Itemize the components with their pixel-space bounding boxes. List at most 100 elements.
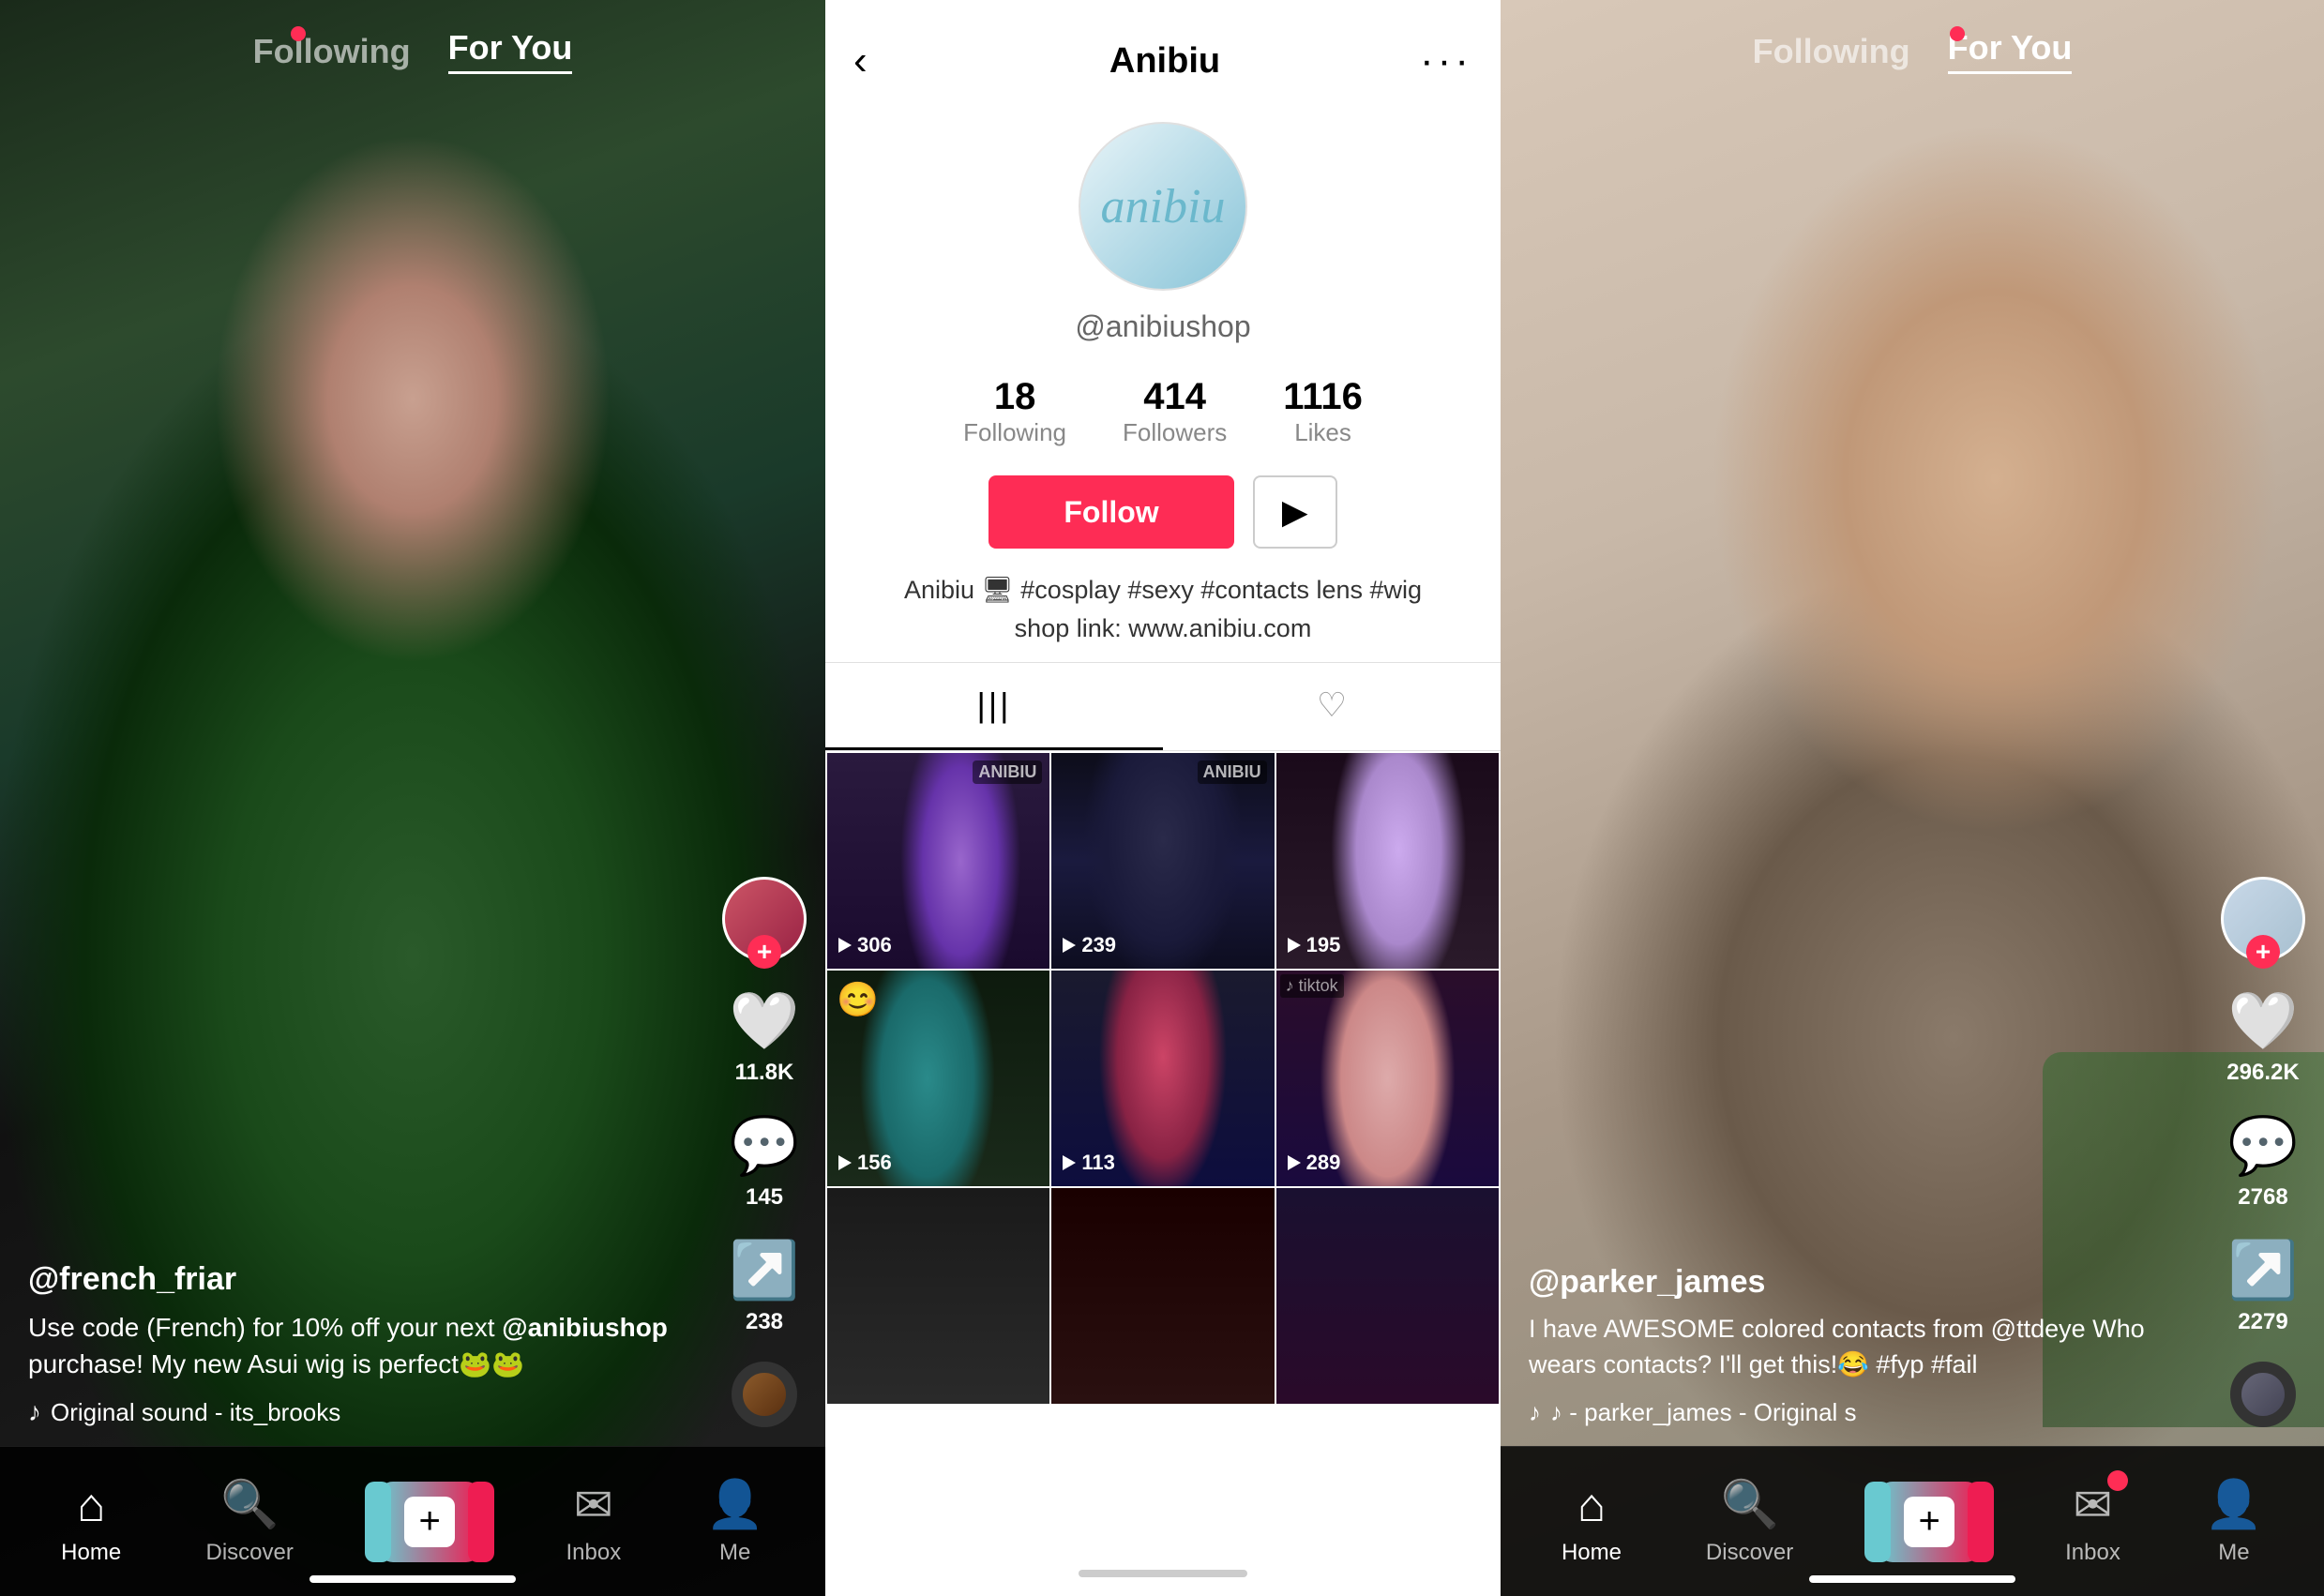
caption-text-1: Use code (French) for 10% off your next	[28, 1313, 495, 1342]
play-overlay-3: 195	[1288, 933, 1341, 957]
nav-home-right[interactable]: ⌂ Home	[1562, 1478, 1622, 1566]
add-button-left[interactable]: +	[378, 1482, 481, 1562]
right-like-action[interactable]: 🤍 296.2K	[2226, 987, 2299, 1086]
following-count: 18	[994, 376, 1036, 418]
video-thumb-2[interactable]: ANIBIU 239	[1051, 753, 1274, 969]
right-username[interactable]: @parker_james	[1529, 1264, 2174, 1301]
watermark-1: ANIBIU	[973, 760, 1042, 784]
tab-following-left[interactable]: Following	[253, 32, 411, 71]
add-button-right[interactable]: +	[1878, 1482, 1981, 1562]
comment-count: 145	[746, 1184, 783, 1211]
notification-dot	[291, 26, 306, 41]
followers-stat[interactable]: 414 Followers	[1123, 376, 1227, 447]
like-action[interactable]: 🤍 11.8K	[730, 987, 800, 1086]
play-icon-4	[838, 1155, 852, 1170]
sound-name[interactable]: Original sound - its_brooks	[51, 1398, 340, 1427]
right-me-label: Me	[2218, 1540, 2249, 1566]
left-post-info: @french_friar Use code (French) for 10% …	[28, 1261, 685, 1427]
youtube-icon: ▶	[1282, 492, 1308, 532]
nav-inbox-left[interactable]: ✉ Inbox	[566, 1478, 621, 1566]
me-label: Me	[719, 1540, 750, 1566]
avatar-container: +	[722, 877, 807, 961]
right-comment-count: 2768	[2238, 1184, 2287, 1211]
profile-avatar: anibiu	[1079, 122, 1247, 291]
follow-plus-badge[interactable]: +	[747, 935, 781, 969]
thumb-image-8	[1051, 1188, 1274, 1404]
video-thumb-4[interactable]: 😊 156	[827, 971, 1049, 1186]
video-thumb-3[interactable]: 195	[1276, 753, 1499, 969]
video-thumb-1[interactable]: ANIBIU 306	[827, 753, 1049, 969]
nav-discover-right[interactable]: 🔍 Discover	[1706, 1477, 1793, 1566]
right-follow-plus-badge[interactable]: +	[2246, 935, 2280, 969]
share-icon: ↗️	[730, 1237, 800, 1303]
tab-for-you-right[interactable]: For You	[1948, 28, 2073, 74]
comment-icon: 💬	[730, 1112, 800, 1179]
like-count: 11.8K	[735, 1060, 794, 1086]
share-count: 238	[746, 1309, 783, 1335]
left-top-nav: Following For You	[0, 0, 825, 102]
play-icon-3	[1288, 938, 1301, 953]
video-row-3	[827, 1188, 1499, 1404]
discover-icon: 🔍	[220, 1477, 279, 1532]
home-icon: ⌂	[77, 1478, 105, 1532]
nav-discover-left[interactable]: 🔍 Discover	[206, 1477, 294, 1566]
tab-liked[interactable]: ♡	[1163, 663, 1501, 750]
sound-info: ♪ Original sound - its_brooks	[28, 1397, 685, 1427]
brand-logo-text: anibiu	[1101, 179, 1226, 234]
scroll-indicator-center	[1079, 1570, 1247, 1577]
more-options-button[interactable]: ···	[1420, 38, 1472, 84]
follow-button[interactable]: Follow	[988, 475, 1233, 549]
nav-home-left[interactable]: ⌂ Home	[61, 1478, 121, 1566]
video-thumb-8[interactable]	[1051, 1188, 1274, 1404]
play-overlay-5: 113	[1063, 1151, 1115, 1175]
likes-stat[interactable]: 1116 Likes	[1283, 376, 1363, 447]
youtube-button[interactable]: ▶	[1253, 475, 1337, 549]
video-thumb-9[interactable]	[1276, 1188, 1499, 1404]
caption-text-2: purchase! My new Asui wig is perfect🐸🐸	[28, 1349, 524, 1378]
view-count-5: 113	[1081, 1151, 1115, 1175]
video-thumb-5[interactable]: 113	[1051, 971, 1274, 1186]
play-overlay-1: 306	[838, 933, 892, 957]
video-thumb-7[interactable]	[827, 1188, 1049, 1404]
video-thumb-6[interactable]: ♪ tiktok 289	[1276, 971, 1499, 1186]
right-sound-name[interactable]: ♪ - parker_james - Original s	[1550, 1398, 1857, 1427]
likes-label: Likes	[1294, 418, 1351, 447]
right-inbox-label: Inbox	[2065, 1540, 2120, 1566]
play-icon-5	[1063, 1155, 1076, 1170]
bio-line-2[interactable]: shop link: www.anibiu.com	[863, 610, 1463, 648]
play-icon-6	[1288, 1155, 1301, 1170]
nav-me-left[interactable]: 👤 Me	[706, 1477, 764, 1566]
profile-avatar-section: anibiu @anibiushop	[825, 103, 1501, 376]
inbox-icon: ✉	[574, 1478, 613, 1532]
left-caption: Use code (French) for 10% off your next …	[28, 1309, 685, 1382]
nav-add-right[interactable]: +	[1878, 1482, 1981, 1562]
tab-following-right[interactable]: Following	[1753, 32, 1910, 71]
bio-line-1: Anibiu 🖥 #cosplay #sexy #contacts lens #…	[863, 571, 1463, 610]
back-button[interactable]: ‹	[853, 38, 910, 84]
right-inbox-badge	[2107, 1470, 2128, 1491]
view-count-4: 156	[857, 1151, 892, 1175]
right-share-action[interactable]: ↗️ 2279	[2228, 1237, 2299, 1335]
thumb-image-9	[1276, 1188, 1499, 1404]
tab-for-you-left[interactable]: For You	[448, 28, 573, 74]
right-discover-label: Discover	[1706, 1540, 1793, 1566]
right-plus-icon: +	[1904, 1497, 1954, 1547]
watermark-2: ANIBIU	[1198, 760, 1267, 784]
right-bottom-nav: ⌂ Home 🔍 Discover + ✉ Inbox 👤 Me	[1501, 1446, 2324, 1596]
right-comment-action[interactable]: 💬 2768	[2228, 1112, 2299, 1211]
plus-icon: +	[404, 1497, 455, 1547]
comment-action[interactable]: 💬 145	[730, 1112, 800, 1211]
left-username[interactable]: @french_friar	[28, 1261, 685, 1298]
video-row-2: 😊 156 113 ♪ tiktok 289	[827, 971, 1499, 1186]
right-avatar-container: +	[2221, 877, 2305, 961]
followers-count: 414	[1143, 376, 1206, 418]
nav-inbox-right[interactable]: ✉ Inbox	[2065, 1478, 2120, 1566]
nav-add-left[interactable]: +	[378, 1482, 481, 1562]
profile-title: Anibiu	[1109, 41, 1220, 82]
caption-tag[interactable]: @anibiushop	[502, 1313, 668, 1342]
following-stat[interactable]: 18 Following	[963, 376, 1066, 447]
nav-me-right[interactable]: 👤 Me	[2205, 1477, 2263, 1566]
share-action[interactable]: ↗️ 238	[730, 1237, 800, 1335]
tab-videos[interactable]: |||	[825, 663, 1163, 750]
left-panel: Following For You + 🤍 11.8K 💬 145 ↗️ 238…	[0, 0, 825, 1596]
